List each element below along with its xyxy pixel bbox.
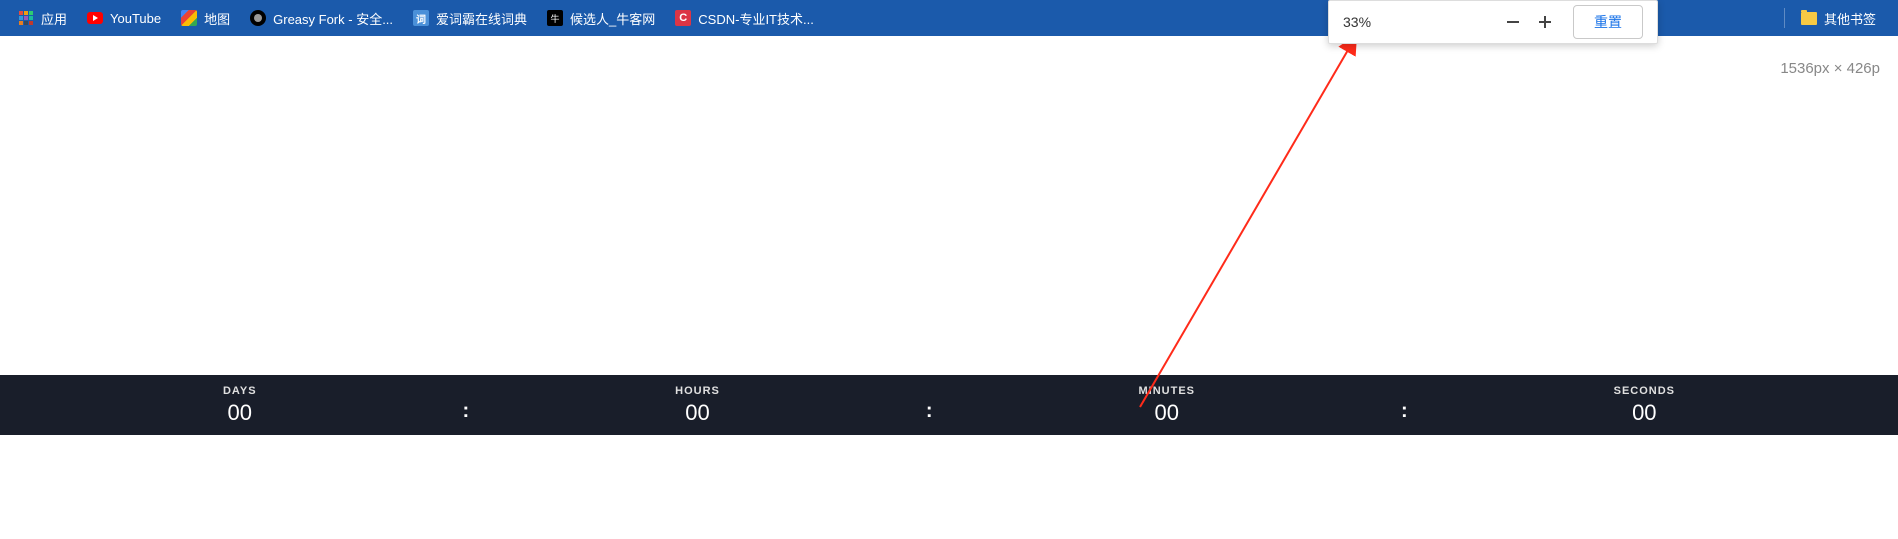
divider: [1784, 8, 1785, 28]
countdown-days: DAYS 00: [223, 385, 257, 426]
countdown-label: DAYS: [223, 385, 257, 397]
plus-icon: [1537, 14, 1553, 30]
bookmark-label: YouTube: [110, 11, 161, 26]
countdown-separator: :: [926, 400, 933, 423]
dict-icon: 词: [413, 10, 429, 26]
bookmark-dict[interactable]: 词 爱词霸在线词典: [405, 5, 535, 32]
apps-button[interactable]: 应用: [10, 5, 75, 32]
annotation-arrow: [1130, 42, 1370, 412]
minus-icon: [1505, 14, 1521, 30]
youtube-icon: [87, 10, 103, 26]
zoom-in-button[interactable]: [1529, 6, 1561, 38]
zoom-reset-button[interactable]: 重置: [1573, 5, 1643, 39]
other-bookmarks-button[interactable]: 其他书签: [1793, 5, 1884, 32]
countdown-label: SECONDS: [1614, 385, 1675, 397]
maps-icon: [181, 10, 197, 26]
countdown-label: MINUTES: [1139, 385, 1196, 397]
bookmark-nowcoder[interactable]: 牛 候选人_牛客网: [539, 5, 663, 32]
countdown-minutes: MINUTES 00: [1139, 385, 1196, 426]
bookmarks-right: 其他书签: [1776, 5, 1888, 32]
bookmark-csdn[interactable]: C CSDN-专业IT技术...: [667, 5, 822, 32]
countdown-value: 00: [1155, 400, 1179, 426]
zoom-popup: 33% 重置: [1328, 0, 1658, 44]
apps-icon: [18, 10, 34, 26]
countdown-label: HOURS: [675, 385, 720, 397]
bookmark-youtube[interactable]: YouTube: [79, 6, 169, 30]
csdn-icon: C: [675, 10, 691, 26]
countdown-seconds: SECONDS 00: [1614, 385, 1675, 426]
bookmark-label: CSDN-专业IT技术...: [698, 9, 814, 28]
countdown-value: 00: [685, 400, 709, 426]
dimension-text: 1536px × 426p: [1780, 60, 1880, 77]
bookmark-label: 爱词霸在线词典: [436, 9, 527, 28]
bookmark-label: 候选人_牛客网: [570, 9, 655, 28]
countdown-bar: DAYS 00 : HOURS 00 : MINUTES 00 : SECOND…: [0, 375, 1898, 435]
other-bookmarks-label: 其他书签: [1824, 9, 1876, 28]
bookmark-maps[interactable]: 地图: [173, 5, 238, 32]
apps-label: 应用: [41, 9, 67, 28]
bookmark-label: Greasy Fork - 安全...: [273, 9, 393, 28]
zoom-level: 33%: [1343, 14, 1497, 30]
greasy-icon: [250, 10, 266, 26]
zoom-out-button[interactable]: [1497, 6, 1529, 38]
bookmark-label: 地图: [204, 9, 230, 28]
countdown-separator: :: [1401, 400, 1408, 423]
bookmark-greasyfork[interactable]: Greasy Fork - 安全...: [242, 5, 401, 32]
countdown-value: 00: [228, 400, 252, 426]
nowcoder-icon: 牛: [547, 10, 563, 26]
folder-icon: [1801, 10, 1817, 26]
countdown-hours: HOURS 00: [675, 385, 720, 426]
countdown-separator: :: [463, 400, 470, 423]
countdown-value: 00: [1632, 400, 1656, 426]
